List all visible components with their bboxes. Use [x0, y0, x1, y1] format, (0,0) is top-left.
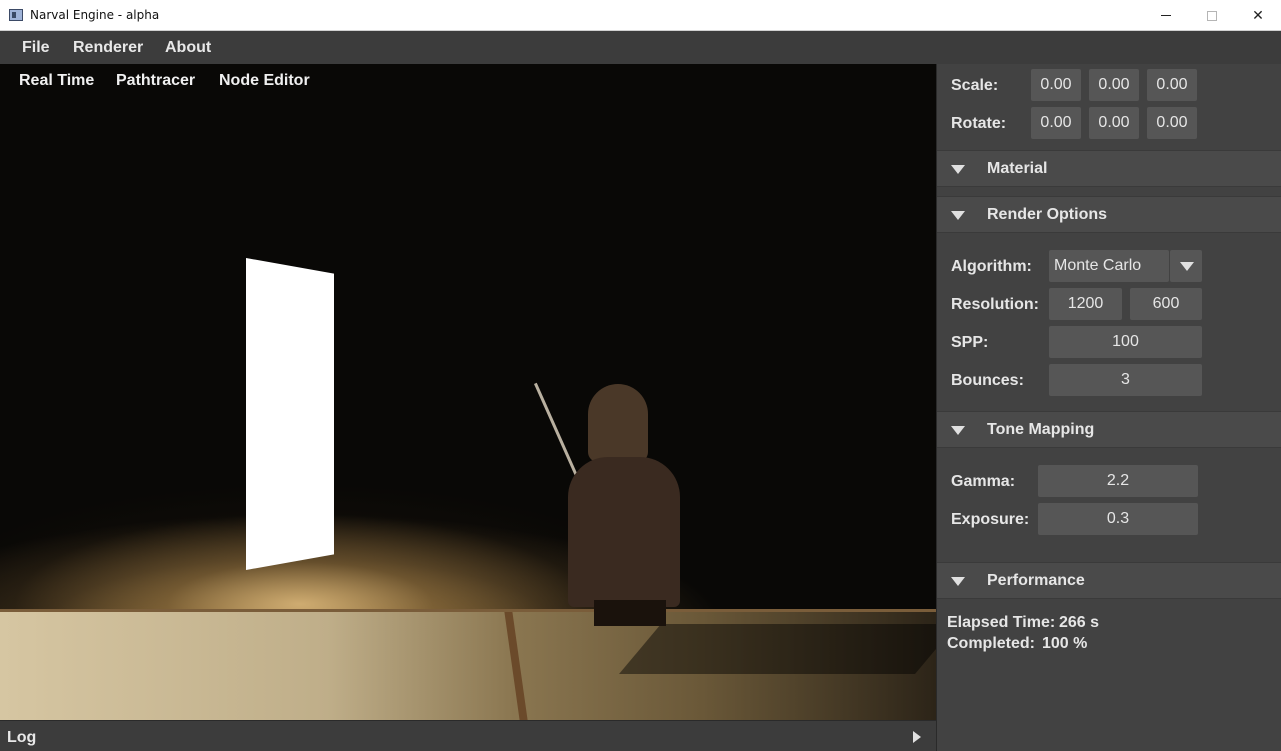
render-viewport[interactable]: Real Time Pathtracer Node Editor [0, 64, 936, 720]
section-performance[interactable]: Performance [937, 562, 1281, 599]
completed-label: Completed: [947, 635, 1035, 652]
spp-field[interactable]: 100 [1049, 326, 1202, 358]
figure-base [594, 600, 666, 626]
collapse-triangle-icon [951, 577, 965, 586]
section-title: Performance [987, 572, 1085, 589]
section-material[interactable]: Material [937, 150, 1281, 187]
completed-value: 100 % [1042, 635, 1088, 652]
exposure-label: Exposure: [951, 511, 1030, 528]
chevron-down-icon [1180, 262, 1194, 271]
figure-head [588, 384, 648, 462]
exposure-field[interactable]: 0.3 [1038, 503, 1198, 535]
app-window-icon [9, 9, 23, 21]
figure-shadow [619, 624, 936, 674]
spp-label: SPP: [951, 334, 989, 351]
menu-about[interactable]: About [165, 39, 211, 57]
scale-z-field[interactable]: 0.00 [1147, 69, 1197, 101]
area-light [246, 258, 334, 570]
window-title: Narval Engine - alpha [30, 8, 160, 22]
algorithm-dropdown-button[interactable] [1170, 250, 1202, 282]
resolution-width-field[interactable]: 1200 [1049, 288, 1122, 320]
bounces-field[interactable]: 3 [1049, 364, 1202, 396]
main-menu-bar: File Renderer About [0, 31, 1281, 64]
close-button[interactable]: ✕ [1235, 0, 1281, 31]
properties-panel: Scale: 0.00 0.00 0.00 Rotate: 0.00 0.00 … [936, 64, 1281, 751]
floor-glow [0, 364, 936, 609]
window-title-bar: Narval Engine - alpha ✕ [0, 0, 1281, 31]
collapse-triangle-icon [951, 426, 965, 435]
elapsed-time-label: Elapsed Time: [947, 614, 1056, 631]
menu-file[interactable]: File [22, 39, 50, 57]
maximize-button[interactable] [1189, 0, 1235, 31]
rotate-z-field[interactable]: 0.00 [1147, 107, 1197, 139]
tab-node-editor[interactable]: Node Editor [219, 72, 310, 90]
section-title: Render Options [987, 206, 1108, 223]
section-title: Material [987, 160, 1048, 177]
tab-pathtracer[interactable]: Pathtracer [116, 72, 195, 90]
resolution-height-field[interactable]: 600 [1130, 288, 1202, 320]
log-panel-header[interactable]: Log [0, 720, 936, 751]
rotate-label: Rotate: [951, 115, 1007, 132]
section-render-options[interactable]: Render Options [937, 196, 1281, 233]
scale-label: Scale: [951, 77, 999, 94]
rotate-y-field[interactable]: 0.00 [1089, 107, 1139, 139]
gamma-label: Gamma: [951, 473, 1016, 490]
algorithm-select[interactable]: Monte Carlo [1049, 250, 1169, 282]
section-title: Tone Mapping [987, 421, 1095, 438]
minimize-button[interactable] [1143, 0, 1189, 31]
scale-x-field[interactable]: 0.00 [1031, 69, 1081, 101]
maximize-icon [1207, 10, 1217, 21]
collapse-triangle-icon [951, 165, 965, 174]
figure-body [568, 457, 680, 607]
gamma-field[interactable]: 2.2 [1038, 465, 1198, 497]
rotate-x-field[interactable]: 0.00 [1031, 107, 1081, 139]
minimize-icon [1161, 15, 1171, 16]
scale-y-field[interactable]: 0.00 [1089, 69, 1139, 101]
menu-renderer[interactable]: Renderer [73, 39, 143, 57]
floor-border [0, 609, 936, 612]
samurai-figure [534, 382, 683, 627]
section-tone-mapping[interactable]: Tone Mapping [937, 411, 1281, 448]
tab-real-time[interactable]: Real Time [19, 72, 94, 90]
triangle-right-icon[interactable] [913, 731, 921, 743]
close-icon: ✕ [1252, 7, 1264, 23]
algorithm-label: Algorithm: [951, 258, 1032, 275]
collapse-triangle-icon [951, 211, 965, 220]
log-label: Log [7, 729, 37, 746]
elapsed-time-value: 266 s [1059, 614, 1100, 631]
bounces-label: Bounces: [951, 372, 1024, 389]
resolution-label: Resolution: [951, 296, 1039, 313]
